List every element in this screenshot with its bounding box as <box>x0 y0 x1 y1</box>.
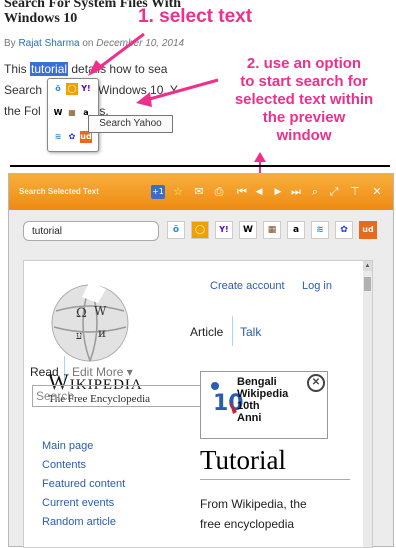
mail-icon[interactable]: ✉ <box>192 185 206 199</box>
printer-icon[interactable]: ⎙ <box>212 185 226 199</box>
create-account-link[interactable]: Create account <box>210 280 285 292</box>
bing-icon[interactable]: ◯ <box>66 83 78 95</box>
imdb-icon[interactable]: ▦ <box>263 221 281 239</box>
banner-line: 10th <box>237 400 260 412</box>
bing-icon[interactable]: ◯ <box>191 221 209 239</box>
para-text: the Fol <box>4 104 41 118</box>
svg-text:W: W <box>94 304 107 318</box>
annotation-line: selected text within <box>234 91 374 108</box>
log-in-link[interactable]: Log in <box>302 280 332 292</box>
duckduckgo-icon[interactable]: ö <box>52 83 64 95</box>
svg-text:и: и <box>98 326 106 340</box>
baidu-icon[interactable]: ✿ <box>335 221 353 239</box>
prev-icon[interactable]: ◀ <box>252 185 266 199</box>
amazon-icon[interactable]: a <box>287 221 305 239</box>
annotation-line: the preview <box>262 109 346 126</box>
scroll-up-button[interactable]: ▲ <box>363 261 372 271</box>
bookmark-icon[interactable]: ≋ <box>52 131 64 143</box>
selected-text[interactable]: tutorial <box>30 62 69 76</box>
close-icon[interactable]: ✕ <box>370 185 384 199</box>
para-text: Search <box>4 83 43 97</box>
banner-text: Bengali Wikipedia 10th Anni <box>237 376 288 424</box>
annotation-step-1: 1. select text <box>138 6 253 27</box>
tab-article[interactable]: Article <box>190 325 223 343</box>
wikipedia-page: Create account Log in Ω W и ע Article Ta… <box>23 260 373 548</box>
preview-toolbar: Search Selected Text +1 ☆ ✉ ⎙ ⏮ ◀ ▶ ⏭ ⌕ … <box>9 174 393 210</box>
nav-main-page[interactable]: Main page <box>42 437 125 456</box>
first-icon[interactable]: ⏮ <box>235 185 249 199</box>
divider <box>10 165 390 167</box>
banner-line: Anni <box>237 412 262 424</box>
svg-text:ע: ע <box>76 329 82 342</box>
scrollbar[interactable]: ▲ <box>363 261 372 547</box>
byline-prefix: By <box>4 38 19 49</box>
bookmark-icon[interactable]: ≋ <box>311 221 329 239</box>
yahoo-icon[interactable]: Y! <box>215 221 233 239</box>
expand-icon[interactable]: ⤢ <box>327 185 341 199</box>
last-icon[interactable]: ⏭ <box>289 185 303 199</box>
nav-current-events[interactable]: Current events <box>42 494 125 513</box>
scroll-thumb[interactable] <box>364 277 371 291</box>
wikipedia-icon[interactable]: W <box>239 221 257 239</box>
next-icon[interactable]: ▶ <box>271 185 285 199</box>
page-title: Tutorial <box>200 445 287 475</box>
banner-line: Wikipedia <box>237 388 289 400</box>
add-favorite-icon[interactable]: ☆ <box>171 185 185 199</box>
search-input[interactable]: tutorial <box>23 221 159 241</box>
wiki-search-placeholder: Search <box>36 389 75 403</box>
wikipedia-globe-logo[interactable]: Ω W и ע <box>46 281 134 367</box>
duckduckgo-icon[interactable]: ö <box>167 221 185 239</box>
annotation-arrow-2 <box>136 78 219 107</box>
pin-icon[interactable]: ⊤ <box>348 185 362 199</box>
from-line: free encyclopedia <box>200 517 295 531</box>
from-wikipedia: From Wikipedia, the free encyclopedia <box>200 494 307 534</box>
plus-one-icon[interactable]: +1 <box>151 185 165 199</box>
preview-window: Search Selected Text +1 ☆ ✉ ⎙ ⏮ ◀ ▶ ⏭ ⌕ … <box>8 173 394 548</box>
urban-dictionary-icon[interactable]: ud <box>359 221 377 239</box>
title-underline <box>200 479 350 480</box>
banner-line: Bengali <box>237 376 277 388</box>
baidu-icon[interactable]: ✿ <box>66 131 78 143</box>
imdb-icon[interactable]: ▦ <box>66 107 78 119</box>
annotation-line: to start search for <box>240 73 368 90</box>
tab-separator <box>232 316 233 346</box>
zoom-icon[interactable]: ⌕ <box>308 185 322 199</box>
para-text: This <box>4 62 31 76</box>
annotation-line: 2. use an option <box>246 55 362 72</box>
yahoo-icon[interactable]: Y! <box>80 83 92 95</box>
from-line: From Wikipedia, the <box>200 497 307 511</box>
tab-talk[interactable]: Talk <box>240 325 261 339</box>
annotation-step-2: 2. use an option to start search for sel… <box>216 55 392 145</box>
author-link[interactable]: Rajat Sharma <box>18 38 79 49</box>
preview-title: Search Selected Text <box>19 187 99 196</box>
close-icon[interactable]: ✕ <box>307 374 325 392</box>
nav-random-article[interactable]: Random article <box>42 513 125 532</box>
tooltip: Search Yahoo <box>88 115 173 133</box>
nav-featured-content[interactable]: Featured content <box>42 475 125 494</box>
wikipedia-icon[interactable]: W <box>52 107 64 119</box>
svg-text:Ω: Ω <box>76 306 87 321</box>
annotation-line: window <box>276 127 332 144</box>
anniversary-banner[interactable]: 10 Bengali Wikipedia 10th Anni ✕ <box>200 371 328 439</box>
nav-contents[interactable]: Contents <box>42 456 125 475</box>
annotation-arrow-1 <box>88 32 145 76</box>
sidebar-nav: Main page Contents Featured content Curr… <box>42 437 125 532</box>
